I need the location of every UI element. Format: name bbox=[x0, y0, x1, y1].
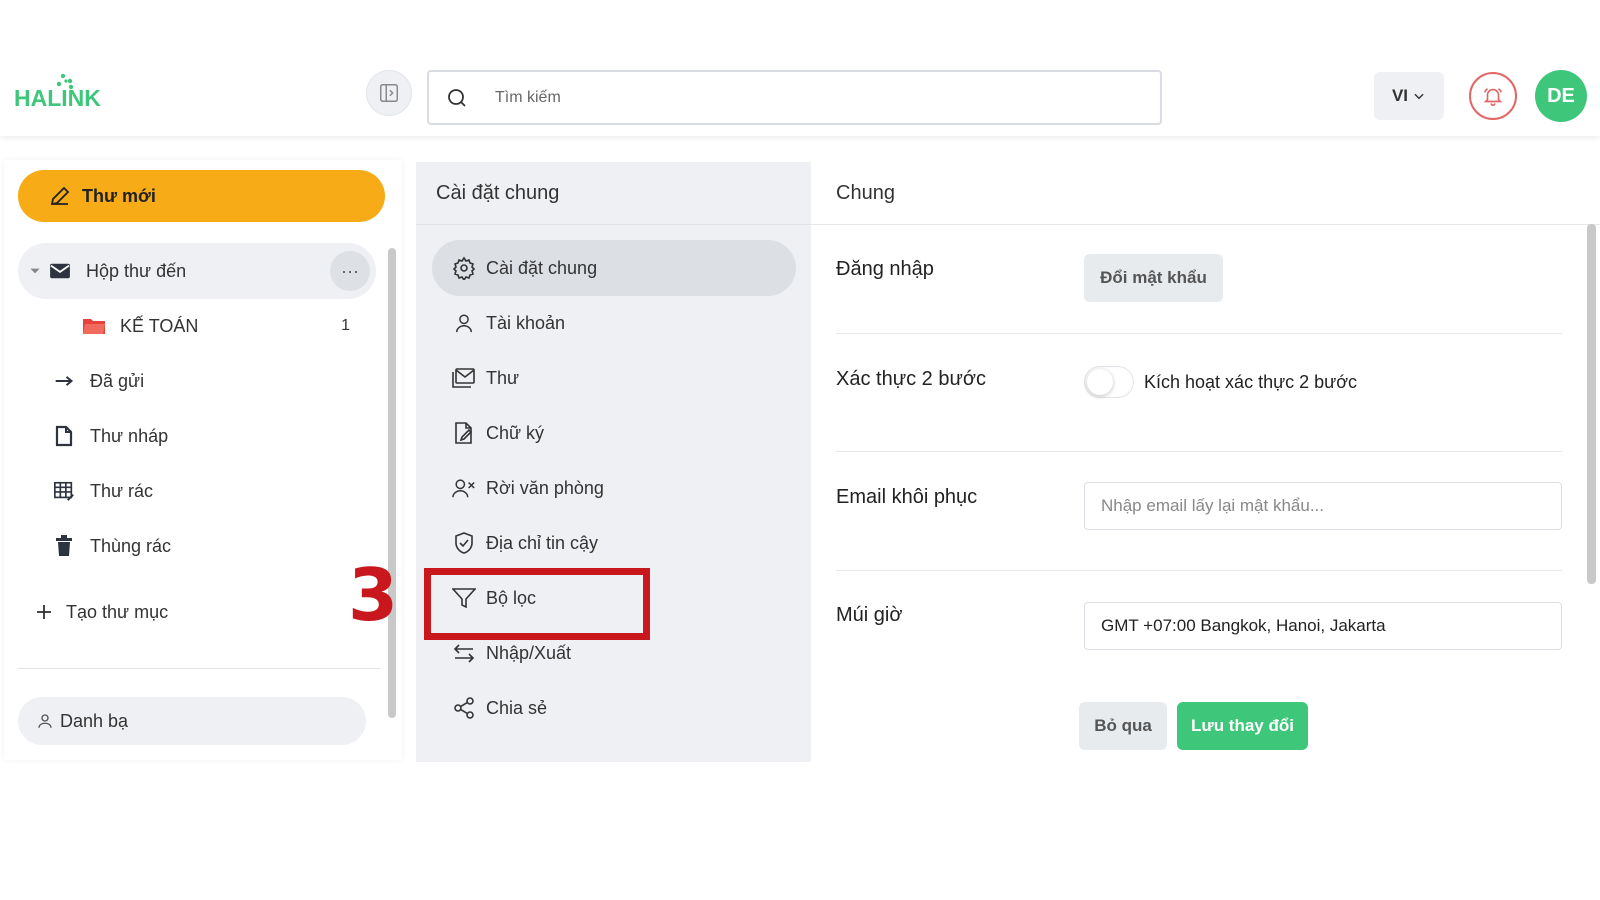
shield-check-icon bbox=[450, 529, 478, 557]
sidebar-item-drafts[interactable]: Thư nháp bbox=[18, 408, 376, 464]
settings-item-label: Chia sẻ bbox=[486, 697, 548, 718]
two-step-toggle-label: Kích hoạt xác thực 2 bước bbox=[1144, 372, 1358, 392]
user-x-icon bbox=[450, 474, 478, 502]
content-divider bbox=[811, 224, 1600, 225]
step-number-annotation: 3 bbox=[348, 553, 399, 637]
mail-sidebar: Thư mới Hộp thư đến ··· KẾ TOÁN 1 Đã gửi… bbox=[4, 160, 402, 760]
ellipsis-icon: ··· bbox=[341, 260, 359, 281]
timezone-select[interactable]: GMT +07:00 Bangkok, Hanoi, Jakarta bbox=[1084, 602, 1562, 650]
sidebar-item-spam[interactable]: Thư rác bbox=[18, 463, 376, 519]
row-divider bbox=[836, 333, 1562, 334]
settings-item-label: Rời văn phòng bbox=[486, 477, 604, 498]
login-label: Đăng nhập bbox=[836, 258, 934, 280]
content-title: Chung bbox=[836, 182, 895, 204]
settings-item-label: Thư bbox=[486, 367, 520, 388]
highlight-box-annotation bbox=[424, 568, 650, 640]
recovery-email-label: Email khôi phục bbox=[836, 486, 978, 508]
document-icon bbox=[52, 424, 76, 448]
sidebar-item-label: Thư rác bbox=[90, 480, 154, 501]
sidebar-item-ke-toan[interactable]: KẾ TOÁN 1 bbox=[18, 298, 376, 354]
language-label: VI bbox=[1391, 86, 1409, 105]
sidebar-toggle-button[interactable] bbox=[366, 70, 412, 116]
sidebar-item-label: Thùng rác bbox=[90, 535, 172, 556]
more-options-button[interactable]: ··· bbox=[330, 251, 370, 291]
settings-divider bbox=[416, 224, 811, 225]
contacts-button[interactable]: Danh bạ bbox=[18, 697, 366, 745]
share-icon bbox=[450, 694, 478, 722]
arrow-right-icon bbox=[52, 369, 76, 393]
settings-item-signature[interactable]: Chữ ký bbox=[432, 405, 796, 461]
settings-content: Chung Đăng nhập Đổi mật khẩu Xác thực 2 … bbox=[811, 162, 1600, 762]
settings-item-label: Địa chỉ tin cậy bbox=[486, 532, 599, 553]
timezone-label: Múi giờ bbox=[836, 604, 903, 626]
spam-icon bbox=[52, 479, 76, 503]
sidebar-item-sent[interactable]: Đã gửi bbox=[18, 353, 376, 409]
settings-item-trusted-addresses[interactable]: Địa chỉ tin cậy bbox=[432, 515, 796, 571]
save-changes-button[interactable]: Lưu thay đổi bbox=[1177, 702, 1308, 750]
row-divider bbox=[836, 451, 1562, 452]
trash-icon bbox=[52, 534, 76, 558]
search-bar[interactable] bbox=[427, 70, 1162, 125]
user-avatar[interactable]: DE bbox=[1535, 70, 1587, 122]
sidebar-item-label: Hộp thư đến bbox=[86, 260, 187, 281]
settings-title: Cài đặt chung bbox=[436, 182, 560, 204]
contacts-label: Danh bạ bbox=[60, 710, 129, 731]
content-scrollbar[interactable] bbox=[1587, 224, 1596, 584]
settings-item-label: Nhập/Xuất bbox=[486, 642, 572, 663]
language-selector[interactable]: VI bbox=[1374, 72, 1444, 120]
sidebar-scrollbar[interactable] bbox=[388, 248, 396, 718]
recovery-email-input[interactable] bbox=[1084, 482, 1562, 530]
pencil-icon bbox=[50, 186, 70, 206]
sidebar-item-label: KẾ TOÁN bbox=[120, 315, 199, 336]
plus-icon bbox=[32, 600, 56, 624]
bell-icon bbox=[1483, 88, 1503, 106]
unread-count-badge: 1 bbox=[341, 317, 350, 334]
notifications-button[interactable] bbox=[1469, 72, 1517, 120]
sidebar-toggle-icon bbox=[380, 84, 398, 102]
sidebar-item-label: Thư nháp bbox=[90, 425, 169, 446]
sidebar-item-inbox[interactable]: Hộp thư đến ··· bbox=[18, 243, 376, 299]
create-folder-label: Tạo thư mục bbox=[66, 601, 169, 622]
settings-item-label: Chữ ký bbox=[486, 422, 545, 443]
create-folder-button[interactable]: Tạo thư mục bbox=[18, 584, 376, 640]
change-password-button[interactable]: Đổi mật khẩu bbox=[1084, 254, 1223, 302]
caret-down-icon bbox=[30, 268, 40, 274]
settings-item-general[interactable]: Cài đặt chung bbox=[432, 240, 796, 296]
gear-icon bbox=[450, 254, 478, 282]
halink-logo[interactable]: HALINK bbox=[14, 72, 104, 112]
settings-item-out-of-office[interactable]: Rời văn phòng bbox=[432, 460, 796, 516]
user-icon bbox=[38, 714, 52, 728]
swap-icon bbox=[450, 639, 478, 667]
settings-item-sharing[interactable]: Chia sẻ bbox=[432, 680, 796, 736]
settings-item-label: Cài đặt chung bbox=[486, 257, 598, 278]
chevron-down-icon bbox=[1414, 93, 1424, 100]
sidebar-item-trash[interactable]: Thùng rác bbox=[18, 518, 376, 574]
new-mail-button[interactable]: Thư mới bbox=[18, 170, 385, 222]
mail-stack-icon bbox=[450, 364, 478, 392]
folder-icon bbox=[82, 314, 106, 338]
row-divider bbox=[836, 570, 1562, 571]
two-step-label: Xác thực 2 bước bbox=[836, 368, 986, 390]
user-icon bbox=[450, 309, 478, 337]
cancel-button[interactable]: Bỏ qua bbox=[1079, 702, 1167, 750]
settings-item-label: Tài khoản bbox=[486, 312, 566, 333]
sidebar-item-label: Đã gửi bbox=[90, 370, 145, 391]
top-bar: HALINK VI DE bbox=[0, 0, 1600, 136]
logo-text: HALINK bbox=[14, 85, 101, 111]
envelope-icon bbox=[48, 259, 72, 283]
settings-item-account[interactable]: Tài khoản bbox=[432, 295, 796, 351]
sidebar-divider bbox=[18, 668, 380, 669]
new-mail-label: Thư mới bbox=[82, 185, 156, 206]
settings-menu: Cài đặt chung Cài đặt chung Tài khoản Th… bbox=[416, 162, 811, 762]
search-input[interactable] bbox=[495, 88, 1095, 107]
settings-item-mail[interactable]: Thư bbox=[432, 350, 796, 406]
two-step-toggle[interactable] bbox=[1084, 366, 1134, 398]
search-icon bbox=[448, 88, 466, 107]
signature-icon bbox=[450, 419, 478, 447]
